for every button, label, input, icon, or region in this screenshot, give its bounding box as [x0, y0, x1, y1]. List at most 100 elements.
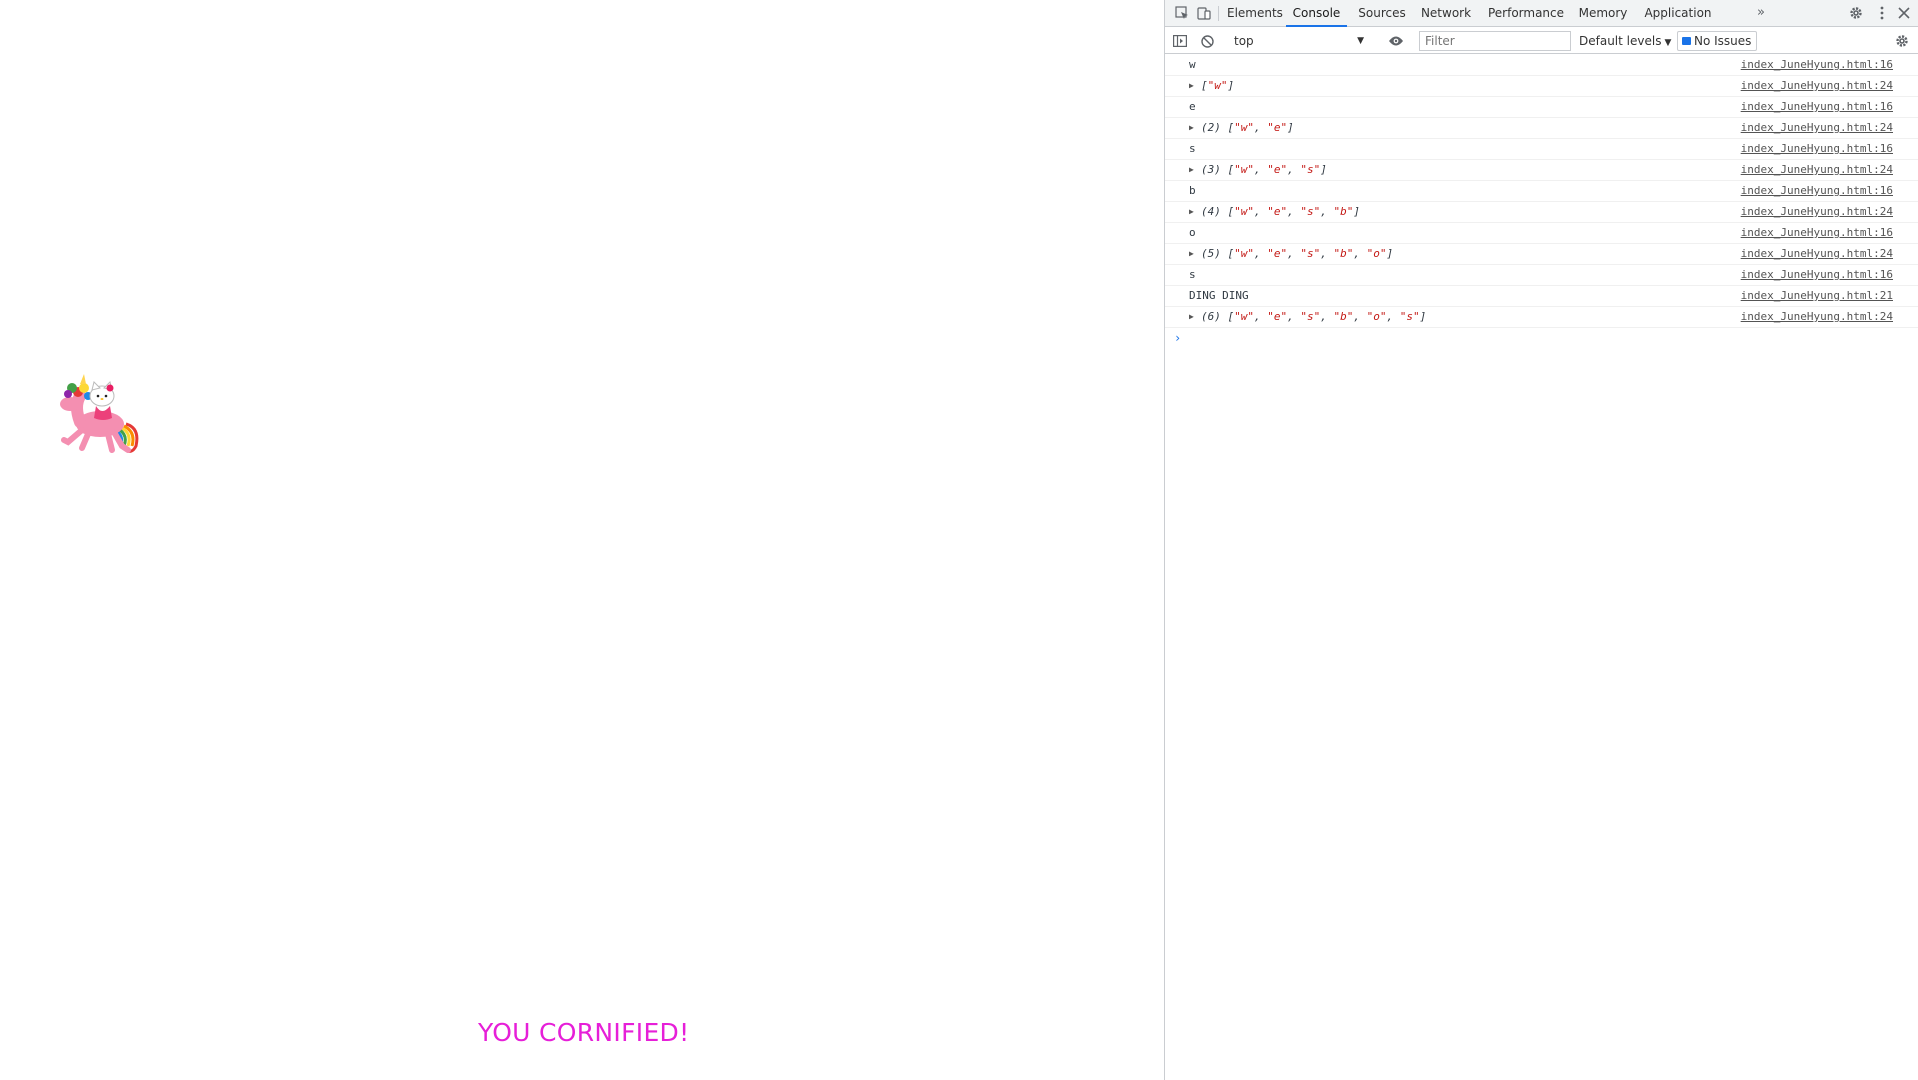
more-tabs-chevron-icon[interactable]: »	[1757, 0, 1765, 27]
source-link[interactable]: index_JuneHyung.html:16	[1741, 139, 1893, 159]
source-link[interactable]: index_JuneHyung.html:16	[1741, 97, 1893, 117]
source-link[interactable]: index_JuneHyung.html:16	[1741, 55, 1893, 75]
devtools-tabbar: Elements Console Sources Network Perform…	[1165, 0, 1918, 27]
console-log-entry: s index_JuneHyung.html:16	[1165, 139, 1918, 160]
source-link[interactable]: index_JuneHyung.html:24	[1741, 202, 1893, 222]
array-item: "w"	[1234, 310, 1254, 323]
console-message: o	[1189, 226, 1196, 239]
source-link[interactable]: index_JuneHyung.html:16	[1741, 265, 1893, 285]
tab-application[interactable]: Application	[1639, 0, 1717, 27]
console-prompt[interactable]: ›	[1165, 328, 1918, 348]
console-array-entry[interactable]: ▶ (3) ["w", "e", "s"] index_JuneHyung.html…	[1165, 160, 1918, 181]
expand-triangle-icon[interactable]: ▶	[1189, 118, 1194, 138]
array-item: "s"	[1300, 205, 1321, 218]
array-item: "s"	[1300, 310, 1321, 323]
console-message: e	[1189, 100, 1196, 113]
expand-triangle-icon[interactable]: ▶	[1189, 202, 1194, 222]
console-toolbar: top ▼ Default levels▼ No Issues	[1165, 28, 1918, 54]
array-item: "e"	[1267, 247, 1288, 260]
tab-console[interactable]: Console	[1286, 0, 1347, 27]
source-link[interactable]: index_JuneHyung.html:21	[1741, 286, 1893, 306]
tab-memory[interactable]: Memory	[1575, 0, 1631, 27]
page-viewport: YOU CORNIFIED!	[0, 0, 1164, 1080]
console-log-entry: w index_JuneHyung.html:16	[1165, 55, 1918, 76]
clear-console-icon[interactable]	[1198, 32, 1216, 50]
console-array-preview: (5) ["w", "e", "s", "b", "o"]	[1201, 247, 1394, 260]
console-settings-gear-icon[interactable]	[1893, 32, 1911, 50]
console-array-entry[interactable]: ▶ (5) ["w", "e", "s", "b", "o"] index_June…	[1165, 244, 1918, 265]
expand-triangle-icon[interactable]: ▶	[1189, 244, 1194, 264]
device-toolbar-icon[interactable]	[1195, 4, 1213, 22]
console-message: w	[1189, 58, 1196, 71]
array-item: "b"	[1333, 310, 1354, 323]
source-link[interactable]: index_JuneHyung.html:24	[1741, 118, 1893, 138]
array-item: "b"	[1333, 205, 1354, 218]
tab-performance[interactable]: Performance	[1485, 0, 1567, 27]
array-item: "w"	[1234, 121, 1254, 134]
console-log-entry: DING DING index_JuneHyung.html:21	[1165, 286, 1918, 307]
source-link[interactable]: index_JuneHyung.html:24	[1741, 76, 1893, 96]
console-array-preview: ["w"]	[1201, 79, 1235, 92]
console-message: b	[1189, 184, 1196, 197]
expand-triangle-icon[interactable]: ▶	[1189, 76, 1194, 96]
issues-label: No Issues	[1694, 34, 1752, 48]
console-message: DING DING	[1189, 289, 1249, 302]
console-log-entry: e index_JuneHyung.html:16	[1165, 97, 1918, 118]
toolbar-divider	[1218, 6, 1219, 21]
array-item: "s"	[1300, 247, 1321, 260]
filter-input[interactable]	[1419, 31, 1571, 51]
array-item: "e"	[1267, 163, 1288, 176]
source-link[interactable]: index_JuneHyung.html:16	[1741, 223, 1893, 243]
console-array-entry[interactable]: ▶ (4) ["w", "e", "s", "b"] index_JuneHyung…	[1165, 202, 1918, 223]
settings-gear-icon[interactable]	[1847, 4, 1865, 22]
tab-elements[interactable]: Elements	[1227, 0, 1283, 27]
console-array-entry[interactable]: ▶ (2) ["w", "e"] index_JuneHyung.html:24	[1165, 118, 1918, 139]
live-expression-eye-icon[interactable]	[1387, 32, 1405, 50]
array-item: "s"	[1399, 310, 1420, 323]
devtools-panel: Elements Console Sources Network Perform…	[1164, 0, 1918, 1080]
array-item: "o"	[1366, 247, 1387, 260]
console-array-preview: (4) ["w", "e", "s", "b"]	[1201, 205, 1360, 218]
array-item: "e"	[1267, 205, 1288, 218]
tab-network[interactable]: Network	[1417, 0, 1475, 27]
unicorn-image	[60, 374, 139, 453]
dropdown-arrow-icon: ▼	[1664, 38, 1672, 48]
log-levels-label: Default levels	[1579, 34, 1662, 48]
array-item: "w"	[1234, 163, 1254, 176]
expand-triangle-icon[interactable]: ▶	[1189, 307, 1194, 327]
array-item: "w"	[1234, 205, 1254, 218]
array-item: "o"	[1366, 310, 1387, 323]
issues-button[interactable]: No Issues	[1677, 31, 1758, 51]
console-message: s	[1189, 268, 1196, 281]
source-link[interactable]: index_JuneHyung.html:24	[1741, 160, 1893, 180]
console-array-entry[interactable]: ▶ (6) ["w", "e", "s", "b", "o", "s"] index…	[1165, 307, 1918, 328]
console-log-entry: o index_JuneHyung.html:16	[1165, 223, 1918, 244]
source-link[interactable]: index_JuneHyung.html:24	[1741, 244, 1893, 264]
customize-menu-icon[interactable]	[1873, 4, 1891, 22]
tab-sources[interactable]: Sources	[1356, 0, 1408, 27]
console-message: s	[1189, 142, 1196, 155]
show-sidebar-icon[interactable]	[1171, 32, 1189, 50]
source-link[interactable]: index_JuneHyung.html:24	[1741, 307, 1893, 327]
array-item: "w"	[1234, 247, 1254, 260]
array-item: "w"	[1207, 79, 1228, 92]
log-levels-dropdown[interactable]: Default levels ▼	[1579, 31, 1671, 51]
issues-icon	[1682, 37, 1691, 45]
array-item: "e"	[1267, 310, 1288, 323]
console-array-entry[interactable]: ▶ ["w"] index_JuneHyung.html:24	[1165, 76, 1918, 97]
array-item: "s"	[1300, 163, 1321, 176]
console-array-preview: (3) ["w", "e", "s"]	[1201, 163, 1327, 176]
context-selector[interactable]: top ▼	[1232, 31, 1368, 51]
source-link[interactable]: index_JuneHyung.html:16	[1741, 181, 1893, 201]
console-log-entry: b index_JuneHyung.html:16	[1165, 181, 1918, 202]
inspect-element-icon[interactable]	[1173, 4, 1191, 22]
dropdown-arrow-icon: ▼	[1357, 36, 1364, 46]
console-log: w index_JuneHyung.html:16 ▶ ["w"] index_June…	[1165, 55, 1918, 348]
console-array-preview: (6) ["w", "e", "s", "b", "o", "s"]	[1201, 310, 1427, 323]
close-icon[interactable]	[1895, 4, 1913, 22]
cornified-banner: YOU CORNIFIED!	[478, 1018, 690, 1047]
console-log-entry: s index_JuneHyung.html:16	[1165, 265, 1918, 286]
expand-triangle-icon[interactable]: ▶	[1189, 160, 1194, 180]
array-item: "b"	[1333, 247, 1354, 260]
context-selector-value: top	[1234, 34, 1254, 48]
